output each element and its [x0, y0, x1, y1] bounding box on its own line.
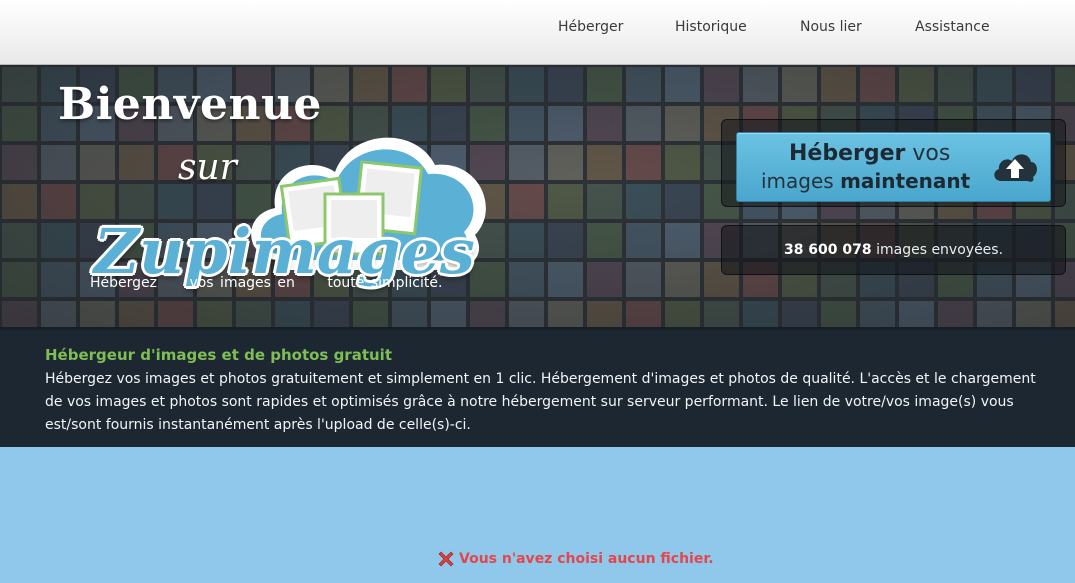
tagline: Hébergez vos images en toute simplicité. [90, 275, 468, 291]
file-status-text: Vous n'avez choisi aucun fichier. [459, 551, 714, 567]
nav-heberger-link[interactable]: Héberger [558, 19, 623, 35]
welcome-sur: sur [178, 147, 237, 188]
cta-line-2: images maintenant [761, 169, 970, 193]
file-status-message: Vous n'avez choisi aucun fichier. [438, 551, 714, 567]
description-section: Hébergeur d'images et de photos gratuit … [0, 327, 1075, 447]
description-title: Hébergeur d'images et de photos gratuit [45, 346, 392, 364]
cta-bold-2: maintenant [840, 169, 971, 193]
cta-rest-1: vos [912, 141, 951, 166]
tagline-part-3: toute simplicité. [327, 275, 443, 291]
cta-rest-2: images [761, 169, 834, 193]
nav-assistance-link[interactable]: Assistance [915, 19, 990, 35]
tagline-part-2: vos images en [189, 275, 295, 291]
hero-banner: Bienvenue sur Zupimages Hébergez vos ima… [0, 65, 1075, 327]
tagline-part-1: Hébergez [90, 275, 157, 291]
upload-count-value: 38 600 078 [783, 242, 872, 258]
cta-bold-1: Héberger [789, 141, 906, 166]
nav-nous-lier-link[interactable]: Nous lier [800, 19, 862, 35]
error-x-icon [438, 551, 454, 567]
upload-now-button[interactable]: Héberger vos images maintenant [736, 132, 1051, 202]
cta-line-1: Héberger vos [789, 141, 950, 166]
nav-historique-link[interactable]: Historique [675, 19, 747, 35]
description-text: Hébergez vos images et photos gratuiteme… [45, 371, 1036, 433]
upload-counter: 38 600 078 images envoyées. [721, 225, 1066, 275]
welcome-heading: Bienvenue [58, 79, 322, 130]
cta-panel: Héberger vos images maintenant [721, 119, 1066, 207]
top-navigation-bar: Héberger Historique Nous lier Assistance [0, 0, 1075, 65]
cloud-upload-icon [994, 154, 1037, 182]
upload-count-suffix: images envoyées. [876, 242, 1004, 258]
